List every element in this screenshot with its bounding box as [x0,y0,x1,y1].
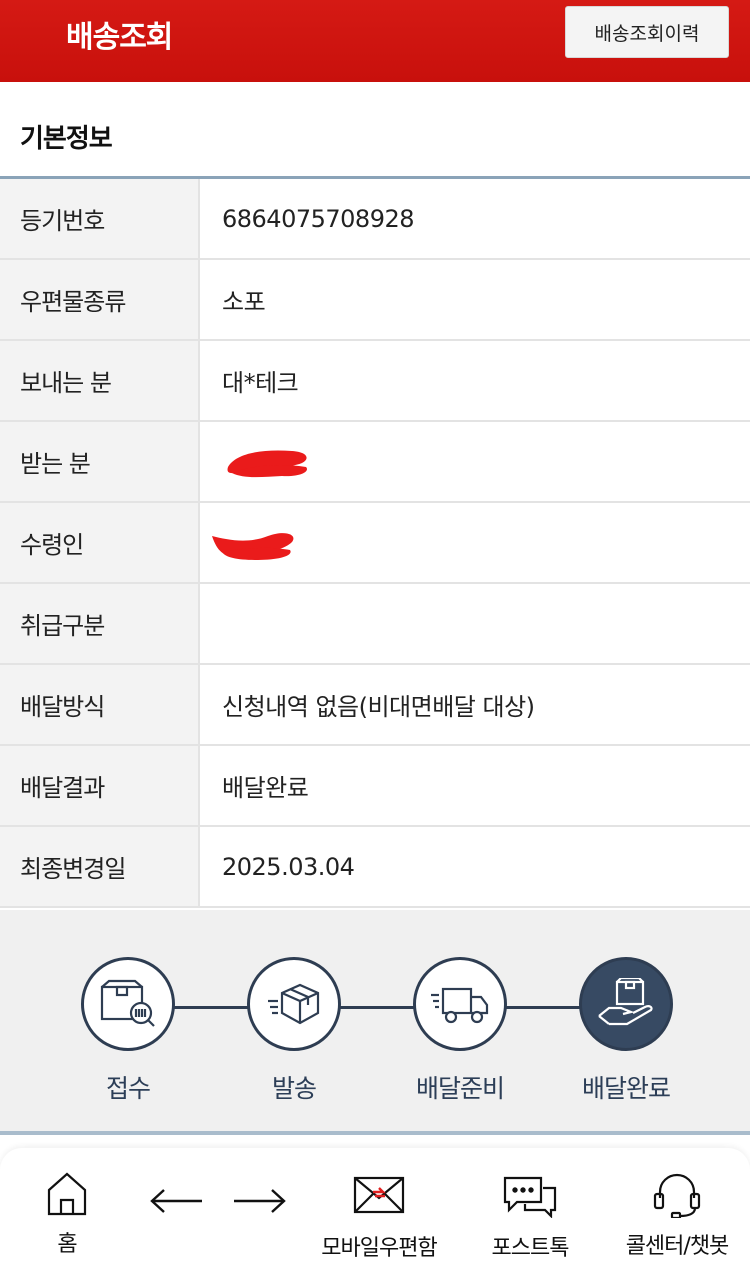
truck-icon [413,957,507,1051]
header-bar: 배송조회 배송조회이력 [0,0,750,82]
table-row: 등기번호 6864075708928 [0,179,750,260]
row-label: 보내는 분 [0,341,200,420]
row-value-redacted [200,503,750,582]
row-label: 최종변경일 [0,827,200,906]
page-title: 배송조회 [66,20,173,55]
row-label: 배달결과 [0,746,200,825]
envelope-icon [353,1176,405,1214]
step-preparing: 배달준비 [380,957,540,1105]
row-value [200,584,750,663]
delivery-history-button[interactable]: 배송조회이력 [565,6,729,58]
row-value: 신청내역 없음(비대면배달 대상) [222,693,535,721]
arrow-left-icon [150,1189,202,1213]
table-row: 배달방식 신청내역 없음(비대면배달 대상) [0,665,750,746]
nav-callcenter[interactable]: 콜센터/챗봇 [612,1172,742,1260]
row-label: 수령인 [0,503,200,582]
box-send-icon [247,957,341,1051]
table-row: 취급구분 [0,584,750,665]
row-label: 등기번호 [0,179,200,258]
delivery-progress: 접수 발송 배달준비 배달완료 [0,910,750,1135]
info-table: 등기번호 6864075708928 우편물종류 소포 보내는 분 대*테크 받… [0,176,750,908]
table-row: 받는 분 [0,422,750,503]
row-label: 배달방식 [0,665,200,744]
arrow-right-icon [234,1189,286,1213]
section-title: 기본정보 [20,124,113,154]
step-label: 발송 [271,1074,317,1103]
table-row: 우편물종류 소포 [0,260,750,341]
home-icon [47,1172,87,1216]
table-row: 배달결과 배달완료 [0,746,750,827]
nav-mailbox-label: 모바일우편함 [321,1236,437,1261]
redaction-mark [212,532,294,560]
bottom-nav: 홈 모바일우편함 포스트톡 콜센터/챗봇 [0,1148,750,1266]
table-row: 최종변경일 2025.03.04 [0,827,750,908]
nav-mailbox[interactable]: 모바일우편함 [312,1176,446,1262]
row-value-redacted [200,422,750,501]
row-label: 취급구분 [0,584,200,663]
table-row: 수령인 [0,503,750,584]
row-value: 대*테크 [222,369,299,397]
headset-icon [653,1173,701,1218]
row-label: 우편물종류 [0,260,200,339]
step-label: 배달준비 [415,1074,505,1103]
nav-posttalk-label: 포스트톡 [491,1236,570,1261]
step-received: 접수 [48,957,208,1105]
box-scan-icon [81,957,175,1051]
row-value: 배달완료 [222,774,309,802]
nav-forward[interactable] [230,1186,290,1216]
row-value: 2025.03.04 [222,852,355,881]
nav-posttalk[interactable]: 포스트톡 [478,1176,582,1262]
nav-home[interactable]: 홈 [30,1170,104,1258]
row-label: 받는 분 [0,422,200,501]
nav-home-label: 홈 [57,1232,77,1257]
step-dispatched: 발송 [214,957,374,1105]
step-delivered: 배달완료 [546,957,706,1105]
hand-box-icon [579,957,673,1051]
row-value: 소포 [222,288,266,316]
chat-bubbles-icon [503,1176,557,1218]
step-label: 접수 [105,1074,151,1103]
table-row: 보내는 분 대*테크 [0,341,750,422]
row-value: 6864075708928 [222,204,415,233]
step-label: 배달완료 [581,1074,671,1103]
nav-back[interactable] [146,1186,206,1216]
redaction-mark [227,450,307,477]
nav-callcenter-label: 콜센터/챗봇 [625,1234,730,1259]
